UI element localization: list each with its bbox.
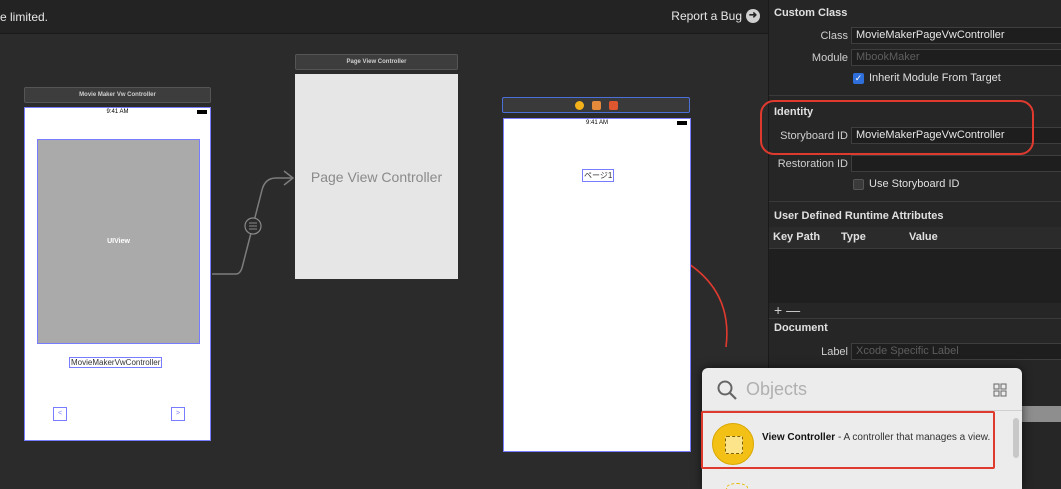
inherit-module-checkbox[interactable]: ✓ Inherit Module From Target	[853, 72, 1001, 84]
checkmark-icon: ✓	[853, 72, 864, 84]
search-icon	[717, 380, 737, 400]
status-bar-time: 9:41 AM	[585, 120, 608, 126]
section-divider	[769, 201, 1061, 202]
use-storyboard-id-label: Use Storyboard ID	[869, 178, 960, 190]
inspector-strip	[1022, 406, 1061, 422]
column-key-path[interactable]: Key Path	[773, 231, 820, 243]
objects-search-input[interactable]: Objects	[746, 379, 807, 400]
custom-class-title: Custom Class	[774, 7, 848, 19]
battery-icon	[677, 121, 687, 125]
objects-scrollbar[interactable]	[1013, 418, 1019, 458]
inherit-module-label: Inherit Module From Target	[869, 72, 1001, 84]
page-number-label[interactable]: ページ1	[582, 169, 615, 182]
page-view-controller-label: Page View Controller	[310, 168, 443, 185]
runtime-attributes-title: User Defined Runtime Attributes	[774, 210, 944, 222]
scene-dock-bar[interactable]	[502, 97, 690, 113]
module-label: Module	[811, 52, 848, 64]
checkbox-empty-icon	[853, 178, 864, 190]
document-label-field[interactable]: Xcode Specific Label	[851, 343, 1061, 360]
column-type[interactable]: Type	[841, 231, 866, 243]
use-storyboard-id-checkbox[interactable]: Use Storyboard ID	[853, 178, 959, 190]
document-label-label: Label	[821, 346, 848, 358]
view-controller-highlight-annotation	[701, 411, 995, 469]
section-divider	[769, 95, 1061, 96]
objects-search-bar[interactable]: Objects	[702, 368, 1022, 410]
restoration-id-label: Restoration ID	[777, 158, 848, 170]
add-remove-buttons[interactable]: + —	[774, 302, 800, 318]
runtime-attributes-header: Key Path Type Value	[769, 227, 1061, 249]
module-field[interactable]: MbookMaker	[851, 49, 1061, 66]
section-divider	[769, 318, 1061, 319]
column-value[interactable]: Value	[909, 231, 938, 243]
scene-title-page-view-controller[interactable]: Page View Controller	[295, 54, 458, 70]
restoration-id-field[interactable]	[851, 155, 1061, 172]
identity-highlight-annotation	[760, 100, 1034, 155]
storyboard-canvas[interactable]: e limited. Report a Bug ➜ Movie Maker Vw…	[0, 0, 768, 489]
class-label: Class	[820, 30, 848, 42]
view-controller-icon[interactable]	[574, 100, 584, 110]
scene-page-view-controller[interactable]: Page View Controller	[295, 74, 458, 279]
exit-icon[interactable]	[608, 100, 618, 110]
scene-page-content-controller[interactable]: 9:41 AM ページ1	[503, 118, 691, 452]
runtime-attributes-table[interactable]	[769, 249, 1061, 303]
first-responder-icon[interactable]	[591, 100, 601, 110]
next-object-icon	[726, 483, 748, 489]
grid-view-icon[interactable]	[993, 383, 1007, 397]
document-title: Document	[774, 322, 828, 334]
class-field[interactable]: MovieMakerPageVwController	[851, 27, 1061, 44]
